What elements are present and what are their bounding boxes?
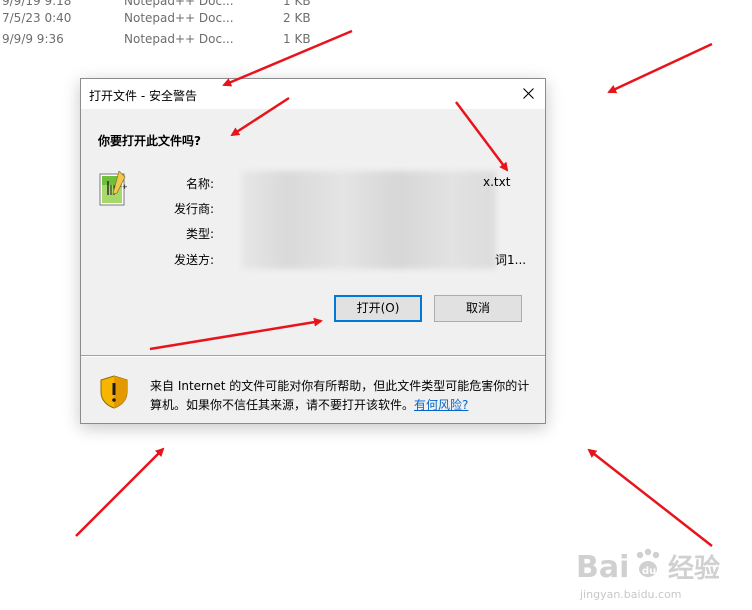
watermark-text: Bai [576, 550, 629, 585]
watermark-url: jingyan.baidu.com [579, 588, 682, 601]
watermark-text-2: 经验 [668, 553, 720, 584]
annotation-arrows [75, 29, 713, 547]
arrow-to-dialog-right [607, 42, 713, 94]
arrow-to-filename [455, 101, 509, 172]
arrow-to-question [230, 96, 290, 137]
baidu-watermark: Bai du 经验 jingyan.baidu.com [576, 548, 720, 601]
arrow-to-dialog-bottom-right [587, 448, 713, 547]
watermark-paw-text: du [642, 566, 656, 577]
arrow-to-title [222, 29, 353, 87]
arrow-to-dialog-bottom-left [75, 447, 165, 537]
arrow-to-open-button [149, 317, 323, 351]
